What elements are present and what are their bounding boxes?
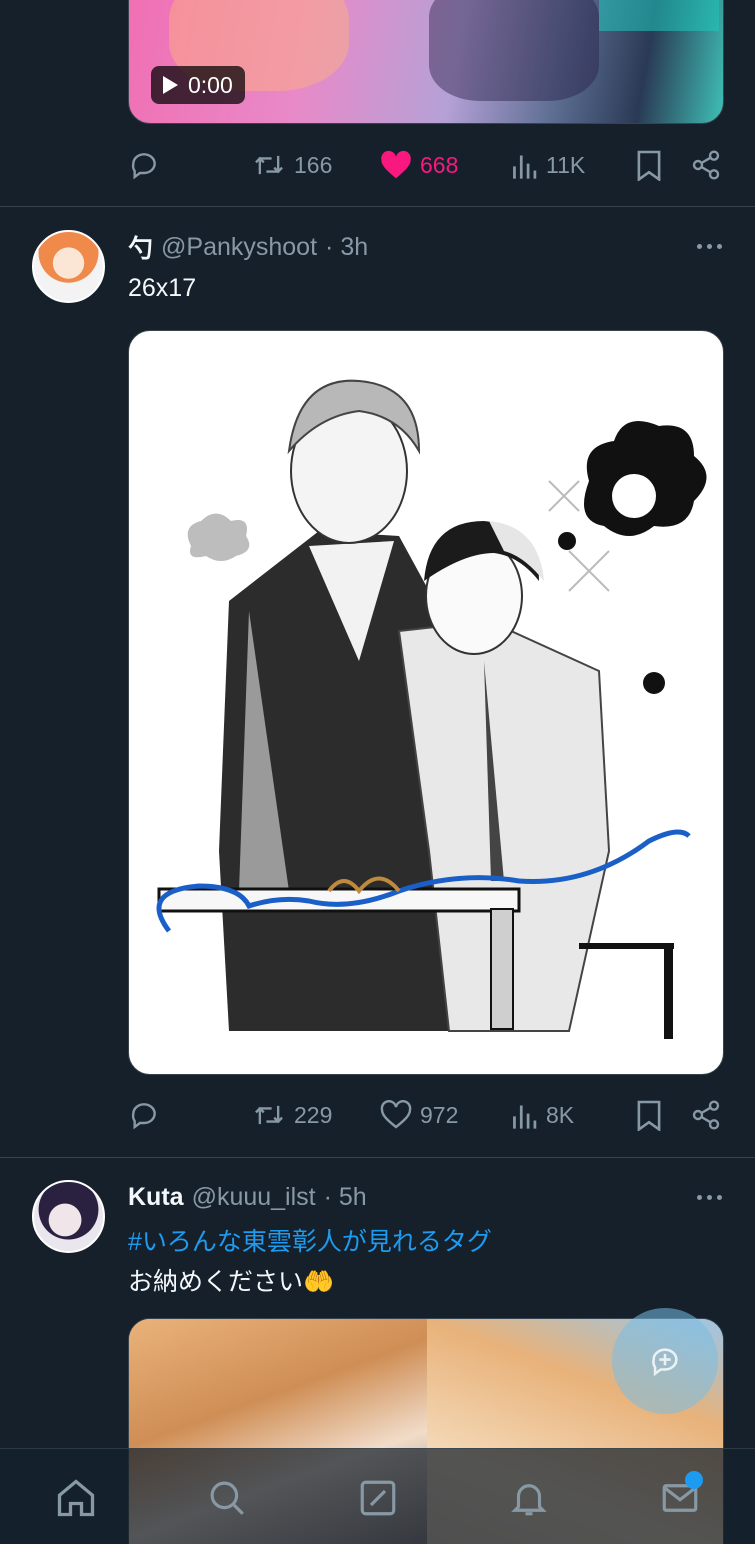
view-count: 11K	[546, 151, 586, 178]
views-button[interactable]: 11K	[510, 145, 585, 185]
reply-button[interactable]	[128, 145, 160, 185]
user-handle[interactable]: @Pankyshoot	[161, 233, 317, 262]
tweet-header: 勺 @Pankyshoot · 3h	[128, 230, 368, 264]
video-duration-badge[interactable]: 0:00	[151, 66, 245, 104]
video-duration: 0:00	[188, 71, 233, 98]
like-count: 668	[420, 151, 459, 178]
tweet-time: · 3h	[325, 232, 369, 261]
bookmark-icon	[637, 150, 661, 181]
display-name[interactable]: 勺	[128, 229, 153, 265]
hashtag-link[interactable]: #いろんな東雲彰人が見れるタグ	[128, 1222, 492, 1258]
like-button[interactable]: 668	[380, 145, 458, 185]
nav-notifications[interactable]	[506, 1475, 552, 1521]
like-count: 972	[420, 1101, 459, 1128]
tweet-action-bar: 229 972 8K	[128, 1095, 728, 1135]
video-frame-art	[429, 0, 599, 101]
bottom-nav	[0, 1448, 755, 1544]
tweet-time: · 5h	[323, 1182, 367, 1211]
heart-icon	[380, 1100, 412, 1129]
share-icon	[692, 150, 720, 180]
retweet-button[interactable]: 166	[252, 145, 332, 185]
bookmark-button[interactable]	[636, 1095, 662, 1135]
home-icon	[57, 1479, 95, 1517]
views-icon	[513, 1105, 537, 1129]
bookmark-button[interactable]	[636, 145, 662, 185]
retweet-count: 166	[294, 151, 333, 178]
like-button[interactable]: 972	[380, 1095, 458, 1135]
tweet-divider	[0, 1157, 755, 1158]
nav-home[interactable]	[53, 1475, 99, 1521]
view-count: 8K	[546, 1101, 575, 1128]
views-icon	[513, 155, 537, 179]
tweet-action-bar: 166 668 11K	[128, 145, 728, 185]
play-icon	[163, 76, 178, 94]
tweet-video[interactable]: 0:00	[128, 0, 724, 124]
reply-icon	[131, 153, 156, 180]
user-handle[interactable]: @kuuu_ilst	[192, 1183, 316, 1212]
reply-button[interactable]	[128, 1095, 160, 1135]
tweet-divider	[0, 206, 755, 207]
search-icon	[210, 1481, 244, 1515]
retweet-count: 229	[294, 1101, 333, 1128]
display-name[interactable]: Kuta	[128, 1183, 184, 1212]
bell-icon	[511, 1484, 547, 1516]
nav-compose[interactable]	[355, 1475, 401, 1521]
bookmark-icon	[637, 1100, 661, 1131]
share-icon	[692, 1100, 720, 1130]
retweet-icon	[255, 155, 283, 175]
heart-icon	[381, 150, 411, 179]
tweet-text: 26x17	[128, 274, 197, 302]
retweet-icon	[255, 1105, 283, 1125]
unread-badge	[685, 1471, 703, 1489]
nav-messages[interactable]	[657, 1471, 703, 1521]
more-icon[interactable]	[697, 244, 722, 249]
tweet-image[interactable]	[128, 330, 724, 1075]
share-button[interactable]	[690, 145, 722, 185]
share-button[interactable]	[690, 1095, 722, 1135]
tweet-header: Kuta @kuuu_ilst · 5h	[128, 1180, 367, 1214]
avatar[interactable]	[32, 230, 105, 303]
illustration	[156, 379, 707, 1039]
video-frame-art	[599, 0, 719, 31]
avatar[interactable]	[32, 1180, 105, 1253]
views-button[interactable]: 8K	[510, 1095, 574, 1135]
compose-icon	[360, 1480, 396, 1516]
tweet-text: お納めください🤲	[128, 1268, 335, 1296]
more-icon[interactable]	[697, 1195, 722, 1200]
nav-search[interactable]	[204, 1475, 250, 1521]
reply-icon	[131, 1103, 156, 1130]
compose-fab[interactable]	[612, 1308, 718, 1414]
compose-icon	[652, 1348, 678, 1377]
retweet-button[interactable]: 229	[252, 1095, 332, 1135]
